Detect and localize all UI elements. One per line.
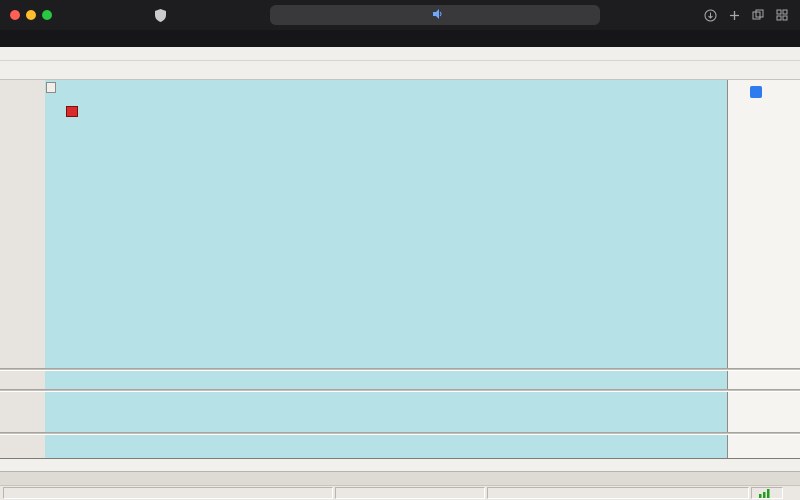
chart-title-tab[interactable] (46, 82, 56, 93)
status-spacer (487, 487, 749, 499)
new-tab-icon[interactable] (726, 7, 742, 23)
tab-strip (0, 30, 800, 47)
tab-overview-icon[interactable] (774, 7, 790, 23)
duplicate-tab-icon[interactable] (750, 7, 766, 23)
time-axis (0, 458, 800, 471)
close-window-button[interactable] (10, 10, 20, 20)
browser-chrome (0, 0, 800, 30)
address-bar[interactable] (270, 5, 600, 25)
shield-icon (152, 7, 168, 23)
price-axis (727, 80, 800, 368)
audio-playing-icon[interactable] (433, 9, 443, 22)
show-button[interactable] (750, 86, 762, 98)
rsi-axis (727, 392, 800, 432)
pressure-window[interactable] (45, 435, 727, 458)
menu-bar (0, 47, 800, 61)
status-template-text (335, 487, 485, 499)
rsi-window[interactable] (45, 392, 727, 432)
traffic-lights (10, 10, 52, 20)
status-connection (751, 487, 783, 499)
connection-bars-icon (759, 489, 771, 498)
zigzag-window[interactable] (45, 371, 727, 389)
status-bar (0, 485, 800, 500)
downloads-icon[interactable] (702, 7, 718, 23)
minimize-window-button[interactable] (26, 10, 36, 20)
status-help-text (3, 487, 333, 499)
zoom-window-button[interactable] (42, 10, 52, 20)
screen (0, 0, 800, 500)
main-chart[interactable] (45, 80, 727, 368)
toolbar (0, 61, 800, 80)
pressure-axis (727, 435, 800, 458)
chart-tabs-bar (0, 471, 800, 485)
c12-badge[interactable] (66, 106, 78, 117)
zigzag-axis (727, 371, 800, 389)
